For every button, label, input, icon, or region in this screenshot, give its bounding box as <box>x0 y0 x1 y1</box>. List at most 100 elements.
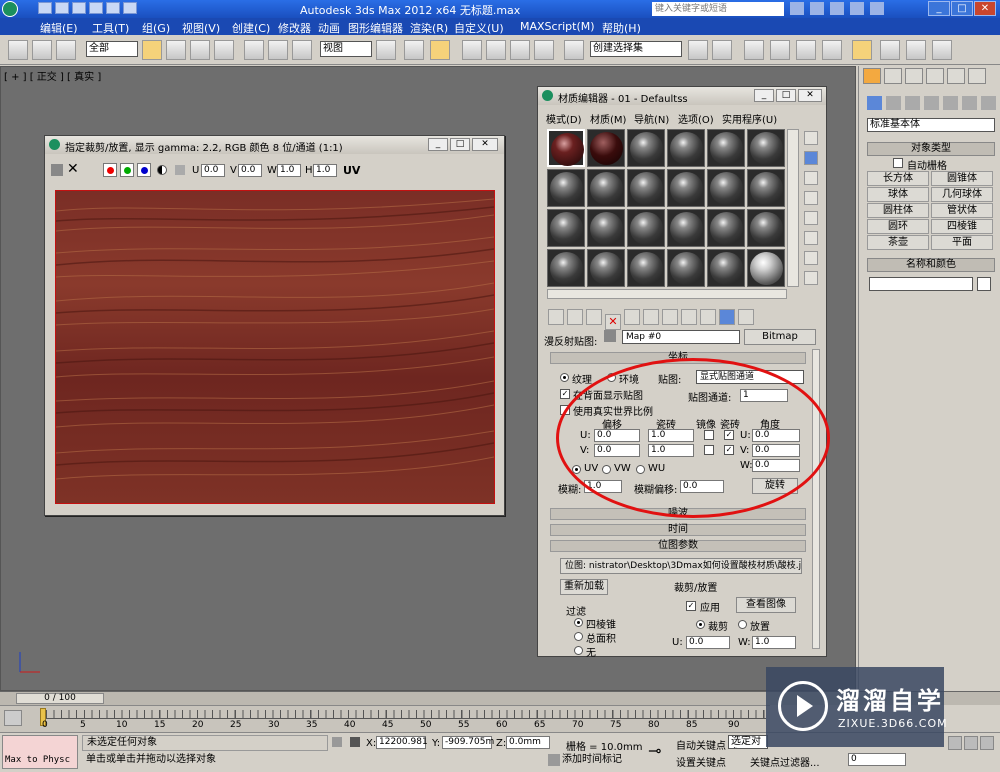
key-icon[interactable]: ⊸ <box>648 741 661 760</box>
menu-help[interactable]: 帮助(H) <box>602 20 641 36</box>
minimize-button[interactable]: _ <box>928 1 950 16</box>
sample-type-icon[interactable] <box>804 131 818 145</box>
material-slot[interactable] <box>587 169 625 207</box>
crop-maximize-button[interactable]: □ <box>450 138 470 151</box>
help-icon[interactable] <box>870 2 884 15</box>
crop-w-spinner[interactable]: 1.0 <box>277 164 301 177</box>
mat-menu-mode[interactable]: 模式(D) <box>546 111 582 126</box>
bind-spacewarp-icon[interactable] <box>56 40 76 60</box>
material-slot[interactable] <box>627 129 665 167</box>
make-unique-icon[interactable] <box>624 309 640 325</box>
material-slot[interactable] <box>707 129 745 167</box>
material-editor-icon[interactable] <box>852 40 872 60</box>
material-slot[interactable] <box>547 129 585 167</box>
orbit-icon[interactable] <box>980 736 994 750</box>
place-radio[interactable] <box>738 620 747 629</box>
geosphere-button[interactable]: 几何球体 <box>931 187 993 202</box>
key-mode-dropdown[interactable]: 选定对象 <box>728 735 768 749</box>
percent-snap-icon[interactable] <box>510 40 530 60</box>
z-coordinate-field[interactable]: 0.0mm <box>506 736 550 749</box>
put-to-scene-icon[interactable] <box>567 309 583 325</box>
menu-edit[interactable]: 编辑(E) <box>40 20 78 36</box>
spacewarps-icon[interactable] <box>962 96 977 110</box>
schematic-view-icon[interactable] <box>822 40 842 60</box>
show-end-result-icon[interactable] <box>700 309 716 325</box>
align-icon[interactable] <box>712 40 732 60</box>
bitmap-params-rollout[interactable]: 位图参数 <box>550 540 806 552</box>
select-object-icon[interactable] <box>142 40 162 60</box>
material-slot[interactable] <box>667 209 705 247</box>
crop-close-button[interactable]: ✕ <box>472 138 498 151</box>
selection-filter-dropdown[interactable]: 全部 <box>86 41 138 57</box>
y-coordinate-field[interactable]: -909.705m <box>442 736 494 749</box>
material-slot[interactable] <box>587 129 625 167</box>
geometry-icon[interactable] <box>867 96 882 110</box>
show-back-checkbox[interactable]: ✓ <box>560 389 570 399</box>
maximize-button[interactable]: □ <box>951 1 973 16</box>
time-tag-icon[interactable] <box>548 754 560 766</box>
move-icon[interactable] <box>244 40 264 60</box>
checker-icon[interactable] <box>175 165 185 175</box>
go-forward-sibling-icon[interactable] <box>738 309 754 325</box>
material-slot[interactable] <box>627 209 665 247</box>
time-rollout[interactable]: 时间 <box>550 524 806 536</box>
select-by-name-icon[interactable] <box>166 40 186 60</box>
pivot-center-icon[interactable] <box>376 40 396 60</box>
sphere-button[interactable]: 球体 <box>867 187 929 202</box>
viewport-label[interactable]: [ + ] [ 正交 ] [ 真实 ] <box>4 68 101 83</box>
subscription-icon[interactable] <box>810 2 824 15</box>
crop-h-spinner[interactable]: 1.0 <box>313 164 337 177</box>
project-folder-icon[interactable] <box>123 2 137 14</box>
filter-pyramidal-radio[interactable] <box>574 618 583 627</box>
scale-icon[interactable] <box>292 40 312 60</box>
crop-v-spinner[interactable]: 0.0 <box>238 164 262 177</box>
menu-create[interactable]: 创建(C) <box>232 20 270 36</box>
menu-rendering[interactable]: 渲染(R) <box>410 20 448 36</box>
slots-horizontal-scrollbar[interactable] <box>547 289 787 299</box>
material-id-icon[interactable] <box>662 309 678 325</box>
material-slot[interactable] <box>707 249 745 287</box>
mono-channel-icon[interactable] <box>157 165 167 175</box>
favorites-star-icon[interactable] <box>850 2 864 15</box>
crop-minimize-button[interactable]: _ <box>428 138 448 151</box>
open-file-icon[interactable] <box>55 2 69 14</box>
search-input[interactable]: 键入关键字或短语 <box>652 2 784 16</box>
current-frame-field[interactable]: 0 <box>848 753 906 766</box>
angle-snap-icon[interactable] <box>486 40 506 60</box>
menu-customize[interactable]: 自定义(U) <box>454 20 504 36</box>
background-icon[interactable] <box>804 171 818 185</box>
bitmap-crop-u-spinner[interactable]: 0.0 <box>686 636 730 649</box>
reload-button[interactable]: 重新加载 <box>560 579 608 595</box>
teapot-button[interactable]: 茶壶 <box>867 235 929 250</box>
cylinder-button[interactable]: 圆柱体 <box>867 203 929 218</box>
spinner-snap-icon[interactable] <box>534 40 554 60</box>
cone-button[interactable]: 圆锥体 <box>931 171 993 186</box>
show-map-in-viewport-icon[interactable] <box>681 309 697 325</box>
pan-icon[interactable] <box>964 736 978 750</box>
communication-icon[interactable] <box>830 2 844 15</box>
video-color-check-icon[interactable] <box>804 211 818 225</box>
absolute-mode-icon[interactable] <box>350 737 360 747</box>
mat-menu-navigation[interactable]: 导航(N) <box>634 111 669 126</box>
x-coordinate-field[interactable]: 12200.981 <box>376 736 428 749</box>
options-icon[interactable] <box>804 251 818 265</box>
mirror-icon[interactable] <box>688 40 708 60</box>
app-logo-icon[interactable] <box>2 1 18 17</box>
get-material-icon[interactable] <box>548 309 564 325</box>
bitmap-crop-w-spinner[interactable]: 1.0 <box>752 636 796 649</box>
zoom-icon[interactable] <box>948 736 962 750</box>
material-slot[interactable] <box>627 169 665 207</box>
pyramid-button[interactable]: 四棱锥 <box>931 219 993 234</box>
blue-channel-icon[interactable] <box>137 163 151 177</box>
params-scrollbar[interactable] <box>812 349 820 649</box>
graphite-ribbon-icon[interactable] <box>770 40 790 60</box>
menu-tools[interactable]: 工具(T) <box>92 20 129 36</box>
add-time-tag-button[interactable]: 添加时间标记 <box>562 753 636 769</box>
material-slot[interactable] <box>667 129 705 167</box>
menu-views[interactable]: 视图(V) <box>182 20 220 36</box>
mat-menu-material[interactable]: 材质(M) <box>590 111 626 126</box>
key-filters-button[interactable]: 关键点过滤器... <box>750 754 820 769</box>
crop-radio[interactable] <box>696 620 705 629</box>
object-color-swatch[interactable] <box>977 277 991 291</box>
material-slot[interactable] <box>667 169 705 207</box>
